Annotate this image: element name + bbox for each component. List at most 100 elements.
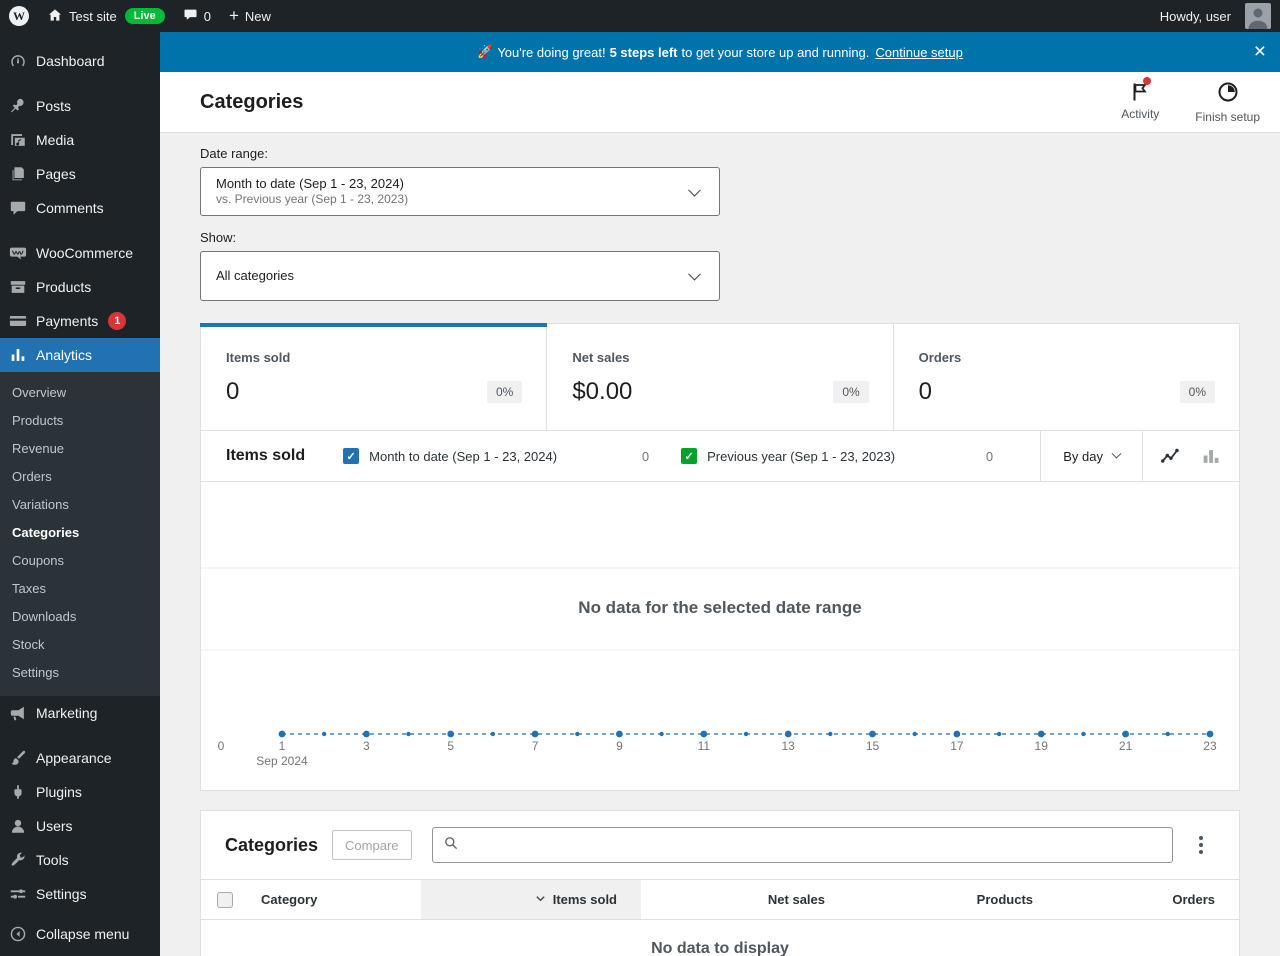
column-header-orders[interactable]: Orders	[1049, 880, 1239, 919]
table-search[interactable]	[431, 827, 1173, 863]
submenu-item-stock[interactable]: Stock	[0, 631, 160, 659]
sidebar-item-posts[interactable]: Posts	[0, 89, 160, 123]
x-tick-label: 7	[531, 739, 539, 753]
category-filter-value: All categories	[216, 268, 295, 283]
sidebar-item-settings[interactable]: Settings	[0, 877, 160, 911]
comments-count: 0	[203, 8, 211, 24]
submenu-item-variations[interactable]: Variations	[0, 491, 160, 519]
date-range-value: Month to date (Sep 1 - 23, 2024)	[216, 176, 404, 191]
bar-chart-button[interactable]	[1199, 444, 1223, 468]
legend-item-previous-period[interactable]: ✓ Previous year (Sep 1 - 23, 2023) 0	[681, 448, 993, 464]
sidebar-item-plugins[interactable]: Plugins	[0, 775, 160, 809]
chart-data-point	[1206, 730, 1214, 738]
dashboard-icon	[8, 51, 28, 71]
sidebar-item-tools[interactable]: Tools	[0, 843, 160, 877]
submenu-item-taxes[interactable]: Taxes	[0, 575, 160, 603]
submenu-item-revenue[interactable]: Revenue	[0, 435, 160, 463]
chart-data-point	[743, 731, 749, 737]
sidebar-item-media[interactable]: Media	[0, 123, 160, 157]
chart-data-point	[1165, 731, 1170, 737]
new-label: New	[244, 8, 271, 24]
comments-icon	[8, 198, 28, 218]
column-header-items-sold[interactable]: Items sold	[421, 880, 641, 919]
interval-select[interactable]: By day	[1040, 431, 1142, 481]
date-range-select[interactable]: Month to date (Sep 1 - 23, 2024) vs. Pre…	[200, 167, 720, 216]
summary-card-orders[interactable]: Orders 0 0%	[894, 324, 1239, 430]
table-header-row: Category Items sold Net sales Products O…	[201, 879, 1239, 920]
submenu-item-coupons[interactable]: Coupons	[0, 547, 160, 575]
collapse-menu-button[interactable]: Collapse menu	[0, 917, 160, 951]
sidebar-item-label: Users	[36, 818, 73, 834]
analytics-submenu: Overview Products Revenue Orders Variati…	[0, 372, 160, 696]
submenu-item-settings[interactable]: Settings	[0, 659, 160, 687]
analytics-icon	[8, 345, 28, 365]
table-empty-message: No data to display	[651, 940, 789, 956]
x-tick-label: 1	[278, 739, 286, 753]
interval-value: By day	[1063, 448, 1103, 464]
sidebar-item-products[interactable]: Products	[0, 270, 160, 304]
marketing-icon	[8, 703, 28, 723]
x-tick-label: 19	[1034, 739, 1048, 753]
sidebar-item-analytics[interactable]: Analytics	[0, 338, 160, 372]
submenu-item-downloads[interactable]: Downloads	[0, 603, 160, 631]
checked-checkbox-icon[interactable]: ✓	[343, 448, 360, 464]
checked-checkbox-icon[interactable]: ✓	[681, 448, 698, 464]
plugins-icon	[8, 782, 28, 802]
sidebar-item-dashboard[interactable]: Dashboard	[0, 44, 160, 78]
x-tick-label: 11	[697, 739, 711, 753]
sidebar-item-comments[interactable]: Comments	[0, 191, 160, 225]
admin-bar: W Test site Live 0 + New Howdy, user	[0, 0, 1280, 32]
search-input[interactable]	[464, 837, 1162, 853]
sidebar-item-label: Media	[36, 132, 75, 148]
summary-card-items-sold[interactable]: Items sold 0 0%	[199, 323, 548, 430]
setup-banner: 🚀 You're doing great! 5 steps left to ge…	[160, 32, 1280, 72]
column-header-net-sales[interactable]: Net sales	[641, 880, 841, 919]
wordpress-menu[interactable]: W	[0, 0, 38, 32]
date-range-label: Date range:	[200, 146, 268, 161]
column-header-products[interactable]: Products	[841, 880, 1049, 919]
ellipsis-menu-button[interactable]	[1187, 831, 1215, 859]
column-header-category[interactable]: Category	[249, 880, 421, 919]
finish-setup-button[interactable]: Finish setup	[1191, 78, 1264, 126]
summary-delta-badge: 0%	[486, 381, 523, 403]
chart-data-point	[869, 730, 876, 738]
summary-value: $0.00	[572, 378, 633, 405]
sidebar-item-woocommerce[interactable]: WooCommerce	[0, 236, 160, 270]
activity-flag-icon	[1128, 77, 1152, 104]
sidebar-item-users[interactable]: Users	[0, 809, 160, 843]
comments-shortcut[interactable]: 0	[174, 0, 220, 32]
chart-data-point	[828, 731, 833, 737]
submenu-item-products[interactable]: Products	[0, 407, 160, 435]
summary-delta-badge: 0%	[833, 381, 869, 403]
legend-value: 0	[641, 448, 650, 464]
collapse-icon	[8, 924, 28, 944]
chart-data-point	[406, 731, 411, 737]
sidebar-item-appearance[interactable]: Appearance	[0, 741, 160, 775]
submenu-item-overview[interactable]: Overview	[0, 379, 160, 407]
banner-steps-left: 5 steps left	[609, 44, 678, 60]
site-link[interactable]: Test site Live	[38, 0, 174, 32]
sidebar-item-pages[interactable]: Pages	[0, 157, 160, 191]
chart-series-svg	[201, 567, 1239, 738]
account-menu[interactable]: Howdy, user	[1151, 0, 1280, 32]
submenu-item-orders[interactable]: Orders	[0, 463, 160, 491]
legend-item-current-period[interactable]: ✓ Month to date (Sep 1 - 23, 2024) 0	[343, 448, 649, 464]
banner-message: You're doing great!	[497, 44, 606, 60]
sidebar-item-payments[interactable]: Payments 1	[0, 304, 160, 338]
line-chart-button[interactable]	[1159, 444, 1183, 468]
sidebar-item-label: Settings	[36, 886, 87, 902]
activity-label: Activity	[1121, 107, 1160, 121]
select-all-checkbox[interactable]	[217, 891, 233, 908]
summary-card-net-sales[interactable]: Net sales $0.00 0%	[547, 324, 894, 430]
category-filter-select[interactable]: All categories	[200, 251, 720, 301]
sidebar-item-marketing[interactable]: Marketing	[0, 696, 160, 730]
continue-setup-link[interactable]: Continue setup	[875, 45, 962, 60]
compare-button[interactable]: Compare	[332, 830, 412, 860]
summary-delta-badge: 0%	[1179, 381, 1215, 403]
x-tick-label: 17	[950, 739, 964, 753]
banner-close-icon[interactable]: ×	[1254, 32, 1266, 72]
chart-title: Items sold	[226, 447, 306, 464]
submenu-item-categories[interactable]: Categories	[0, 519, 160, 547]
activity-button[interactable]: Activity	[1117, 77, 1163, 126]
new-content-button[interactable]: + New	[220, 0, 280, 32]
